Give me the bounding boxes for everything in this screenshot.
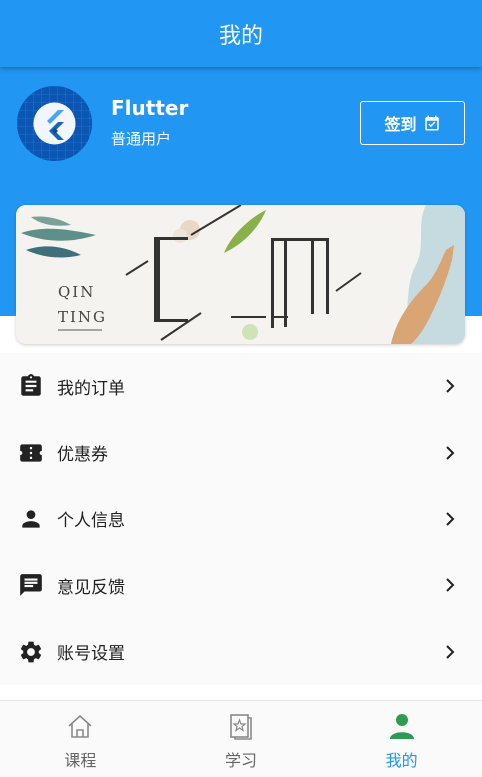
chevron-right-icon: [446, 512, 455, 526]
chevron-right-icon: [446, 445, 455, 460]
banner-text-qin: QIN: [58, 283, 96, 301]
study-icon: [230, 714, 252, 740]
banner-text-ting: TING: [58, 308, 108, 326]
chevron-right-icon: [446, 379, 455, 393]
menu-item-profile[interactable]: 个人信息: [0, 485, 482, 553]
nav-label-courses: 课程: [64, 751, 97, 770]
nav-label-mine: 我的: [385, 751, 418, 770]
menu-label-settings: 账号设置: [57, 644, 125, 665]
feedback-icon: [20, 574, 42, 597]
ticket-icon: [20, 443, 42, 462]
user-type: 普通用户: [111, 130, 172, 148]
person-icon: [22, 510, 40, 528]
menu-label-orders: 我的订单: [57, 378, 125, 399]
nav-item-study[interactable]: 学习: [161, 701, 322, 777]
banner-image[interactable]: QIN TING: [16, 205, 465, 344]
menu-item-orders[interactable]: 我的订单: [0, 353, 482, 420]
sign-in-label: 签到: [384, 115, 417, 134]
menu-item-settings[interactable]: 账号设置: [0, 618, 482, 685]
flutter-logo-icon: [17, 86, 92, 161]
calendar-check-icon: [424, 115, 439, 131]
menu-label-profile: 个人信息: [57, 511, 125, 532]
nav-item-mine[interactable]: 我的: [321, 701, 482, 777]
home-icon: [68, 714, 92, 738]
nav-label-study: 学习: [225, 751, 258, 770]
avatar[interactable]: [17, 86, 92, 161]
chevron-right-icon: [446, 578, 455, 593]
app-bar: 我的: [0, 0, 482, 67]
nav-item-courses[interactable]: 课程: [0, 701, 161, 777]
menu-label-feedback: 意见反馈: [57, 577, 125, 598]
page-title: 我的: [218, 23, 263, 49]
person-icon: [389, 714, 414, 739]
clipboard-icon: [21, 374, 41, 396]
menu-list: 我的订单 优惠券 个人信息 意见反馈 账号设置: [0, 353, 482, 685]
user-name: Flutter: [111, 96, 189, 120]
bottom-navigation: 课程 学习 我的: [0, 700, 482, 777]
gear-icon: [20, 641, 42, 663]
menu-item-feedback[interactable]: 意见反馈: [0, 552, 482, 619]
menu-label-coupons: 优惠券: [57, 445, 108, 466]
menu-item-coupons[interactable]: 优惠券: [0, 419, 482, 486]
chevron-right-icon: [446, 645, 455, 659]
sign-in-button[interactable]: 签到: [360, 101, 465, 145]
